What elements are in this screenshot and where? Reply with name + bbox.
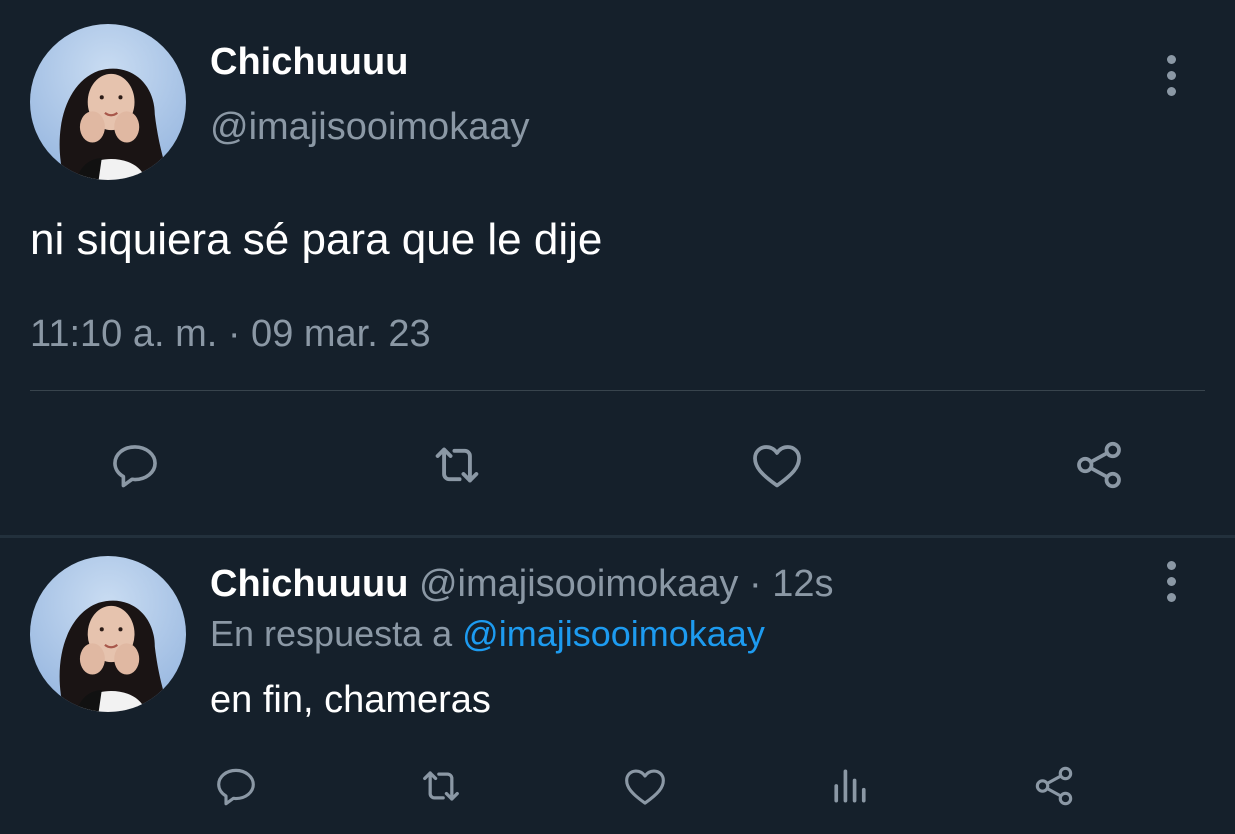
separator: ·: [738, 563, 773, 605]
share-icon: [1077, 441, 1121, 489]
more-dot-icon: [1166, 86, 1176, 96]
more-dot-icon: [1166, 560, 1176, 570]
reply-display-name[interactable]: Chichuuuu: [210, 563, 408, 605]
divider: [30, 390, 1205, 391]
handle[interactable]: @imajisooimokaay: [210, 105, 529, 149]
analytics-icon: [834, 769, 866, 803]
display-name[interactable]: Chichuuuu: [210, 40, 408, 84]
more-dot-icon: [1166, 54, 1176, 64]
tweet-thread: Chichuuuu @imajisooimokaay ni siquiera s…: [0, 0, 1235, 834]
reply-prefix: En respuesta a: [210, 613, 463, 654]
retweet-icon: [435, 447, 479, 483]
tweet-text: ni siquiera sé para que le dije: [30, 215, 603, 264]
reply-avatar[interactable]: [30, 556, 186, 712]
reply-text: en fin, chameras: [210, 679, 491, 721]
profile-photo: [59, 600, 171, 712]
share-button[interactable]: [1026, 758, 1082, 814]
like-button[interactable]: [617, 758, 673, 814]
retweet-button[interactable]: [422, 430, 492, 500]
more-dot-icon: [1166, 592, 1176, 602]
section-divider: [0, 535, 1235, 538]
avatar[interactable]: [30, 24, 186, 180]
timestamp[interactable]: 11:10 a. m. · 09 mar. 23: [30, 312, 431, 356]
retweet-icon: [423, 771, 459, 801]
more-dot-icon: [1166, 576, 1176, 586]
retweet-button[interactable]: [413, 758, 469, 814]
tweet-age[interactable]: 12s: [772, 563, 833, 605]
reply-more-options-button[interactable]: [1151, 556, 1191, 606]
like-icon: [625, 769, 665, 805]
analytics-button[interactable]: [822, 758, 878, 814]
reply-button[interactable]: [208, 758, 264, 814]
like-button[interactable]: [742, 430, 812, 500]
reply-icon: [113, 445, 157, 488]
reply-icon: [217, 768, 255, 806]
reply-button[interactable]: [100, 430, 170, 500]
share-icon: [1035, 766, 1073, 806]
share-button[interactable]: [1064, 430, 1134, 500]
more-options-button[interactable]: [1151, 50, 1191, 100]
in-reply-to: En respuesta a @imajisooimokaay: [210, 613, 765, 655]
like-icon: [753, 445, 801, 488]
reply-to-link[interactable]: @imajisooimokaay: [462, 613, 765, 654]
profile-photo: [59, 68, 171, 180]
reply-header: Chichuuuu @imajisooimokaay · 12s: [210, 562, 834, 606]
reply-handle[interactable]: @imajisooimokaay: [419, 563, 738, 605]
more-dot-icon: [1166, 70, 1176, 80]
